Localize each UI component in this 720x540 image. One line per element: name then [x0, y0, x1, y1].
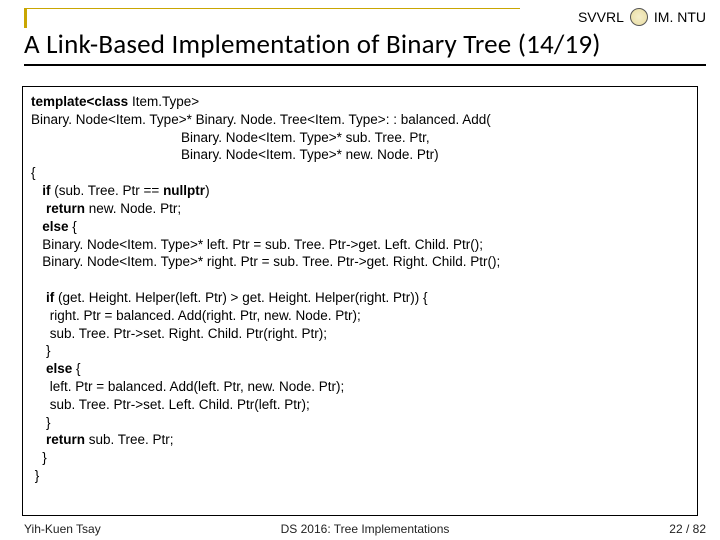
footer-author: Yih-Kuen Tsay [24, 522, 101, 536]
header-left-label: SVVRL [578, 9, 624, 25]
footer-course: DS 2016: Tree Implementations [281, 522, 450, 536]
code-line: Binary. Node<Item. Type>* Binary. Node. … [31, 111, 689, 129]
code-line: if (sub. Tree. Ptr == nullptr) [31, 182, 689, 200]
code-line: } [31, 467, 689, 485]
university-seal-icon [630, 8, 648, 26]
code-line: template<class Item.Type> [31, 93, 689, 111]
accent-top-rule [24, 8, 520, 9]
code-listing: template<class Item.Type> Binary. Node<I… [22, 86, 698, 516]
slide-title: A Link-Based Implementation of Binary Tr… [24, 28, 706, 61]
code-line: left. Ptr = balanced. Add(left. Ptr, new… [31, 378, 689, 396]
title-underline [24, 64, 706, 66]
code-line: } [31, 414, 689, 432]
slide-footer: Yih-Kuen Tsay DS 2016: Tree Implementati… [24, 522, 706, 536]
code-line: sub. Tree. Ptr->set. Right. Child. Ptr(r… [31, 325, 689, 343]
code-line: Binary. Node<Item. Type>* sub. Tree. Ptr… [31, 129, 689, 147]
footer-page-number: 22 / 82 [669, 522, 706, 536]
code-line: Binary. Node<Item. Type>* left. Ptr = su… [31, 236, 689, 254]
code-line: else { [31, 218, 689, 236]
header-right-label: IM. NTU [654, 9, 706, 25]
code-line: else { [31, 360, 689, 378]
code-line: return new. Node. Ptr; [31, 200, 689, 218]
header: SVVRL IM. NTU [578, 8, 706, 26]
code-line: { [31, 164, 689, 182]
code-line: sub. Tree. Ptr->set. Left. Child. Ptr(le… [31, 396, 689, 414]
code-line: } [31, 449, 689, 467]
code-line [31, 271, 689, 289]
code-line: Binary. Node<Item. Type>* new. Node. Ptr… [31, 146, 689, 164]
code-line: } [31, 342, 689, 360]
code-line: if (get. Height. Helper(left. Ptr) > get… [31, 289, 689, 307]
code-line: Binary. Node<Item. Type>* right. Ptr = s… [31, 253, 689, 271]
code-line: return sub. Tree. Ptr; [31, 431, 689, 449]
code-line: right. Ptr = balanced. Add(right. Ptr, n… [31, 307, 689, 325]
accent-vertical-rule [24, 8, 27, 28]
title-block: A Link-Based Implementation of Binary Tr… [24, 28, 706, 66]
